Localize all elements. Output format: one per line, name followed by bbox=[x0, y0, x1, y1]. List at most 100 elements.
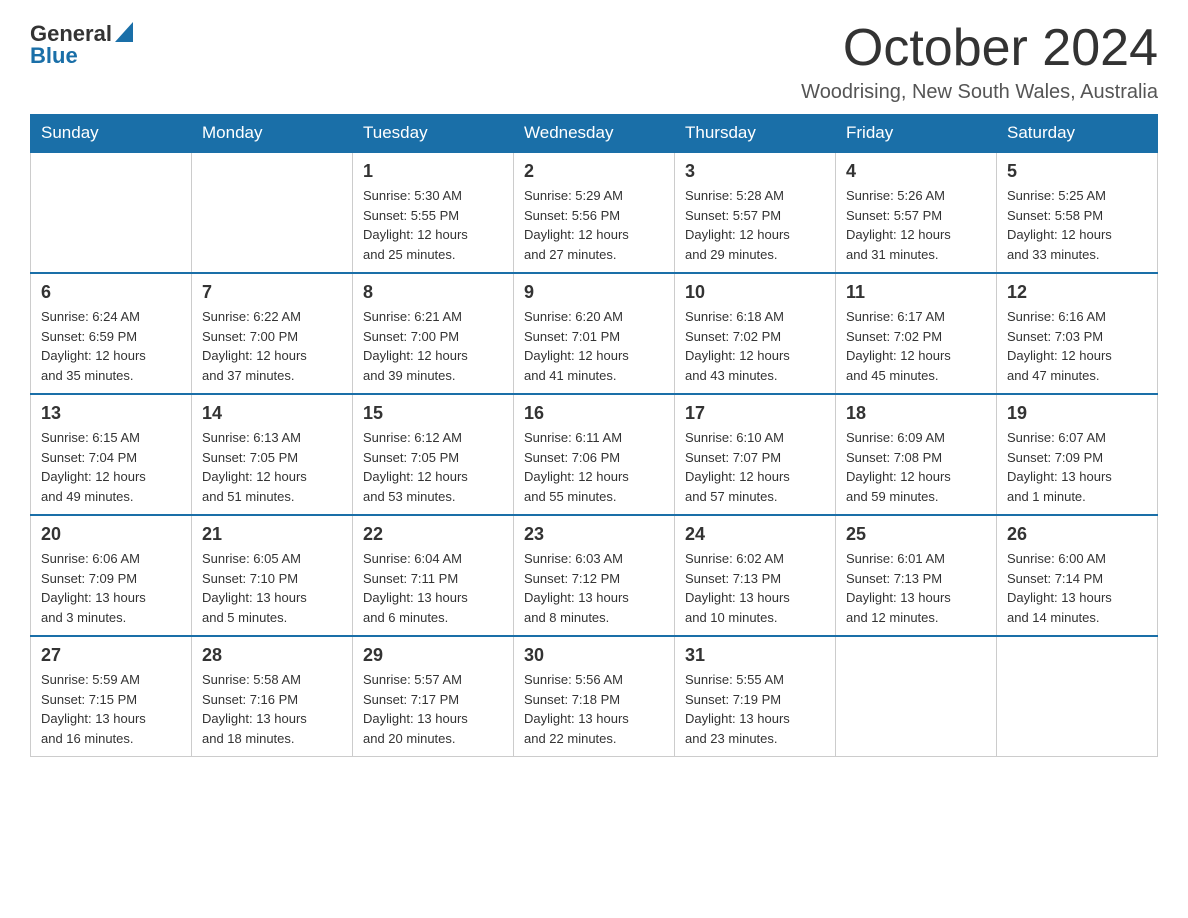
day-number: 1 bbox=[363, 161, 503, 182]
day-info: Sunrise: 6:22 AMSunset: 7:00 PMDaylight:… bbox=[202, 307, 342, 385]
calendar-cell: 23 Sunrise: 6:03 AMSunset: 7:12 PMDayligh… bbox=[514, 515, 675, 636]
day-info: Sunrise: 6:03 AMSunset: 7:12 PMDaylight:… bbox=[524, 549, 664, 627]
calendar-cell: 4 Sunrise: 5:26 AMSunset: 5:57 PMDaylight… bbox=[836, 152, 997, 273]
calendar-cell: 2 Sunrise: 5:29 AMSunset: 5:56 PMDaylight… bbox=[514, 152, 675, 273]
calendar-cell: 1 Sunrise: 5:30 AMSunset: 5:55 PMDaylight… bbox=[353, 152, 514, 273]
day-number: 25 bbox=[846, 524, 986, 545]
calendar-cell bbox=[31, 152, 192, 273]
calendar-week-row-1: 1 Sunrise: 5:30 AMSunset: 5:55 PMDaylight… bbox=[31, 152, 1158, 273]
calendar-cell: 30 Sunrise: 5:56 AMSunset: 7:18 PMDayligh… bbox=[514, 636, 675, 757]
day-number: 23 bbox=[524, 524, 664, 545]
day-info: Sunrise: 6:06 AMSunset: 7:09 PMDaylight:… bbox=[41, 549, 181, 627]
day-number: 4 bbox=[846, 161, 986, 182]
day-info: Sunrise: 5:58 AMSunset: 7:16 PMDaylight:… bbox=[202, 670, 342, 748]
logo-triangle-icon bbox=[115, 22, 133, 42]
calendar-cell: 7 Sunrise: 6:22 AMSunset: 7:00 PMDaylight… bbox=[192, 273, 353, 394]
calendar-week-row-5: 27 Sunrise: 5:59 AMSunset: 7:15 PMDayligh… bbox=[31, 636, 1158, 757]
calendar-header-friday: Friday bbox=[836, 115, 997, 153]
day-info: Sunrise: 6:09 AMSunset: 7:08 PMDaylight:… bbox=[846, 428, 986, 506]
day-info: Sunrise: 5:56 AMSunset: 7:18 PMDaylight:… bbox=[524, 670, 664, 748]
calendar-cell bbox=[836, 636, 997, 757]
day-info: Sunrise: 5:59 AMSunset: 7:15 PMDaylight:… bbox=[41, 670, 181, 748]
day-info: Sunrise: 5:29 AMSunset: 5:56 PMDaylight:… bbox=[524, 186, 664, 264]
calendar-cell: 16Sunrise: 6:11 AMSunset: 7:06 PMDayligh… bbox=[514, 394, 675, 515]
page-header: General Blue October 2024 Woodrising, Ne… bbox=[30, 20, 1158, 104]
day-number: 27 bbox=[41, 645, 181, 666]
calendar-cell: 26Sunrise: 6:00 AMSunset: 7:14 PMDayligh… bbox=[997, 515, 1158, 636]
calendar-cell bbox=[192, 152, 353, 273]
day-number: 22 bbox=[363, 524, 503, 545]
logo: General Blue bbox=[30, 20, 133, 69]
calendar-cell: 22 Sunrise: 6:04 AMSunset: 7:11 PMDayligh… bbox=[353, 515, 514, 636]
calendar-week-row-2: 6 Sunrise: 6:24 AMSunset: 6:59 PMDaylight… bbox=[31, 273, 1158, 394]
day-info: Sunrise: 5:25 AMSunset: 5:58 PMDaylight:… bbox=[1007, 186, 1147, 264]
day-number: 18 bbox=[846, 403, 986, 424]
calendar-header-thursday: Thursday bbox=[675, 115, 836, 153]
day-number: 20 bbox=[41, 524, 181, 545]
day-number: 21 bbox=[202, 524, 342, 545]
day-number: 9 bbox=[524, 282, 664, 303]
day-number: 13 bbox=[41, 403, 181, 424]
calendar-cell: 27 Sunrise: 5:59 AMSunset: 7:15 PMDayligh… bbox=[31, 636, 192, 757]
calendar-header-tuesday: Tuesday bbox=[353, 115, 514, 153]
calendar-week-row-4: 20 Sunrise: 6:06 AMSunset: 7:09 PMDayligh… bbox=[31, 515, 1158, 636]
day-number: 29 bbox=[363, 645, 503, 666]
day-info: Sunrise: 6:11 AMSunset: 7:06 PMDaylight:… bbox=[524, 428, 664, 506]
day-info: Sunrise: 6:01 AMSunset: 7:13 PMDaylight:… bbox=[846, 549, 986, 627]
day-number: 12 bbox=[1007, 282, 1147, 303]
day-info: Sunrise: 6:24 AMSunset: 6:59 PMDaylight:… bbox=[41, 307, 181, 385]
calendar-cell: 21 Sunrise: 6:05 AMSunset: 7:10 PMDayligh… bbox=[192, 515, 353, 636]
day-info: Sunrise: 5:55 AMSunset: 7:19 PMDaylight:… bbox=[685, 670, 825, 748]
calendar-cell: 20 Sunrise: 6:06 AMSunset: 7:09 PMDayligh… bbox=[31, 515, 192, 636]
calendar-cell: 29 Sunrise: 5:57 AMSunset: 7:17 PMDayligh… bbox=[353, 636, 514, 757]
day-number: 24 bbox=[685, 524, 825, 545]
day-info: Sunrise: 6:02 AMSunset: 7:13 PMDaylight:… bbox=[685, 549, 825, 627]
calendar-week-row-3: 13 Sunrise: 6:15 AMSunset: 7:04 PMDayligh… bbox=[31, 394, 1158, 515]
day-info: Sunrise: 6:17 AMSunset: 7:02 PMDaylight:… bbox=[846, 307, 986, 385]
day-number: 6 bbox=[41, 282, 181, 303]
calendar-cell: 17Sunrise: 6:10 AMSunset: 7:07 PMDayligh… bbox=[675, 394, 836, 515]
calendar-cell: 24 Sunrise: 6:02 AMSunset: 7:13 PMDayligh… bbox=[675, 515, 836, 636]
calendar-cell: 6 Sunrise: 6:24 AMSunset: 6:59 PMDaylight… bbox=[31, 273, 192, 394]
calendar-cell: 14Sunrise: 6:13 AMSunset: 7:05 PMDayligh… bbox=[192, 394, 353, 515]
day-info: Sunrise: 6:05 AMSunset: 7:10 PMDaylight:… bbox=[202, 549, 342, 627]
day-number: 15 bbox=[363, 403, 503, 424]
day-info: Sunrise: 6:18 AMSunset: 7:02 PMDaylight:… bbox=[685, 307, 825, 385]
day-info: Sunrise: 6:10 AMSunset: 7:07 PMDaylight:… bbox=[685, 428, 825, 506]
day-info: Sunrise: 5:30 AMSunset: 5:55 PMDaylight:… bbox=[363, 186, 503, 264]
calendar-cell bbox=[997, 636, 1158, 757]
day-info: Sunrise: 5:57 AMSunset: 7:17 PMDaylight:… bbox=[363, 670, 503, 748]
calendar-cell: 10 Sunrise: 6:18 AMSunset: 7:02 PMDayligh… bbox=[675, 273, 836, 394]
day-info: Sunrise: 6:21 AMSunset: 7:00 PMDaylight:… bbox=[363, 307, 503, 385]
day-number: 31 bbox=[685, 645, 825, 666]
day-number: 11 bbox=[846, 282, 986, 303]
day-number: 26 bbox=[1007, 524, 1147, 545]
day-info: Sunrise: 6:12 AMSunset: 7:05 PMDaylight:… bbox=[363, 428, 503, 506]
title-area: October 2024 Woodrising, New South Wales… bbox=[801, 20, 1158, 104]
day-info: Sunrise: 5:28 AMSunset: 5:57 PMDaylight:… bbox=[685, 186, 825, 264]
day-number: 3 bbox=[685, 161, 825, 182]
calendar-cell: 18 Sunrise: 6:09 AMSunset: 7:08 PMDayligh… bbox=[836, 394, 997, 515]
day-info: Sunrise: 5:26 AMSunset: 5:57 PMDaylight:… bbox=[846, 186, 986, 264]
calendar-cell: 13 Sunrise: 6:15 AMSunset: 7:04 PMDayligh… bbox=[31, 394, 192, 515]
logo-blue: Blue bbox=[30, 43, 78, 69]
calendar-cell: 25 Sunrise: 6:01 AMSunset: 7:13 PMDayligh… bbox=[836, 515, 997, 636]
location: Woodrising, New South Wales, Australia bbox=[801, 81, 1158, 104]
calendar-header-row: SundayMondayTuesdayWednesdayThursdayFrid… bbox=[31, 115, 1158, 153]
day-info: Sunrise: 6:20 AMSunset: 7:01 PMDaylight:… bbox=[524, 307, 664, 385]
calendar-cell: 19Sunrise: 6:07 AMSunset: 7:09 PMDayligh… bbox=[997, 394, 1158, 515]
day-number: 30 bbox=[524, 645, 664, 666]
calendar-cell: 9 Sunrise: 6:20 AMSunset: 7:01 PMDaylight… bbox=[514, 273, 675, 394]
calendar-header-saturday: Saturday bbox=[997, 115, 1158, 153]
day-info: Sunrise: 6:04 AMSunset: 7:11 PMDaylight:… bbox=[363, 549, 503, 627]
day-info: Sunrise: 6:15 AMSunset: 7:04 PMDaylight:… bbox=[41, 428, 181, 506]
day-number: 2 bbox=[524, 161, 664, 182]
calendar-cell: 15 Sunrise: 6:12 AMSunset: 7:05 PMDayligh… bbox=[353, 394, 514, 515]
day-number: 8 bbox=[363, 282, 503, 303]
calendar-header-sunday: Sunday bbox=[31, 115, 192, 153]
calendar-table: SundayMondayTuesdayWednesdayThursdayFrid… bbox=[30, 114, 1158, 757]
day-number: 19 bbox=[1007, 403, 1147, 424]
day-number: 10 bbox=[685, 282, 825, 303]
day-number: 7 bbox=[202, 282, 342, 303]
day-info: Sunrise: 6:16 AMSunset: 7:03 PMDaylight:… bbox=[1007, 307, 1147, 385]
